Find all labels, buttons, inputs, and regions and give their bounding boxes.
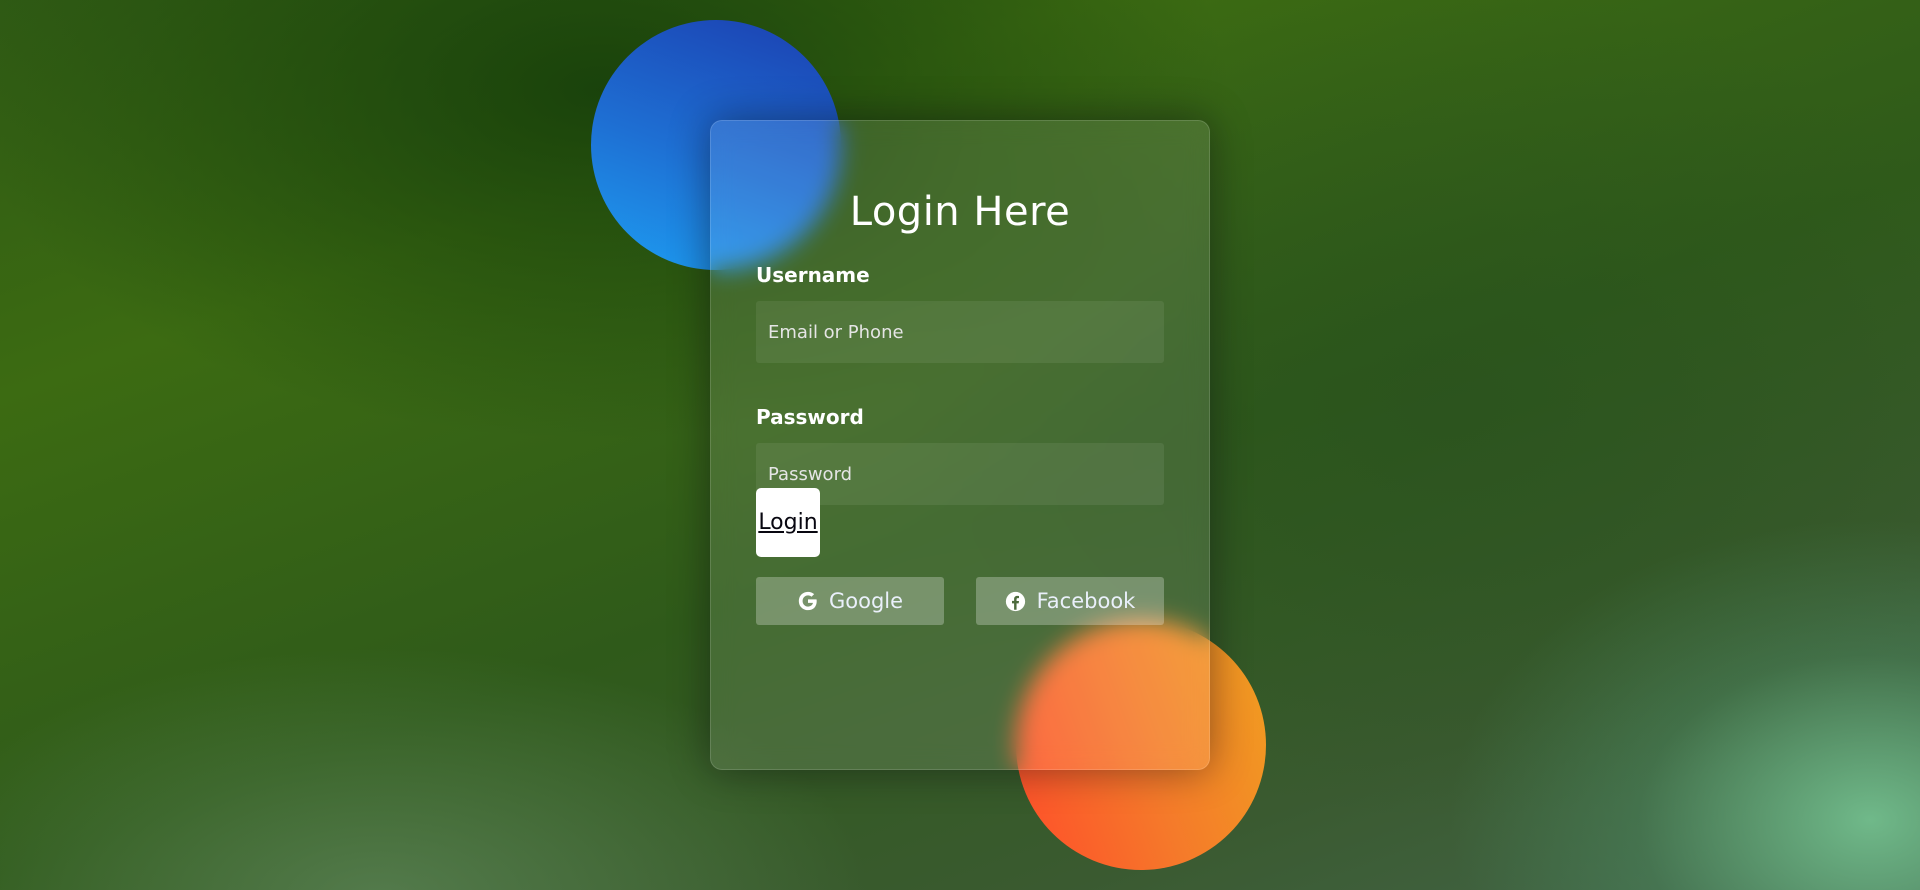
google-button-label: Google: [828, 589, 904, 613]
login-button[interactable]: Login: [756, 488, 820, 557]
password-label: Password: [756, 405, 864, 429]
google-icon: [797, 590, 819, 612]
social-login-row: Google Facebook: [756, 577, 1164, 625]
facebook-button-label: Facebook: [1036, 589, 1136, 613]
facebook-login-button[interactable]: Facebook: [976, 577, 1164, 625]
facebook-icon: [1005, 590, 1027, 612]
username-input[interactable]: [756, 301, 1164, 363]
page-title: Login Here: [849, 189, 1071, 235]
google-login-button[interactable]: Google: [756, 577, 944, 625]
username-label: Username: [756, 263, 870, 287]
login-form: Login Here Username Password Login Googl…: [710, 120, 1210, 770]
